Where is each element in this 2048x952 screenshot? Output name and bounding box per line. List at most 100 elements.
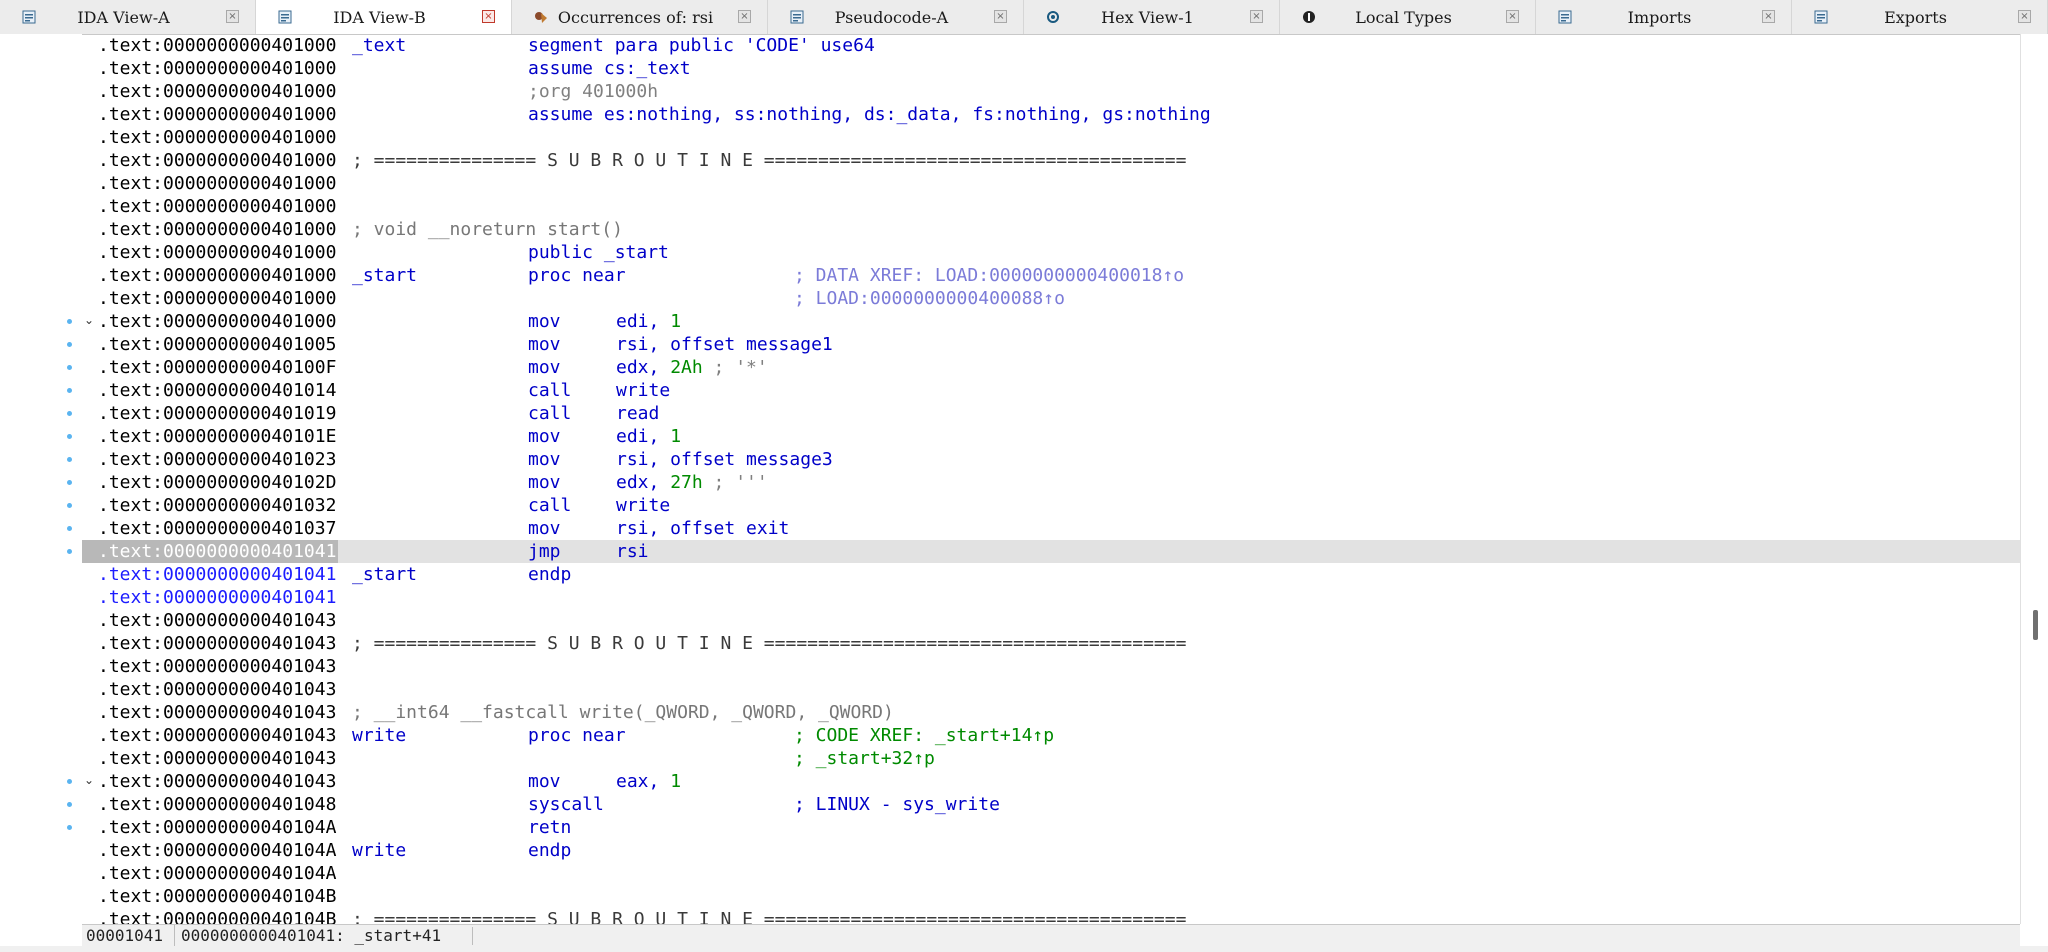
- tab-imports[interactable]: Imports ×: [1536, 0, 1792, 34]
- tab-occurrences-of-rsi[interactable]: Occurrences of: rsi ×: [512, 0, 768, 34]
- listing-line[interactable]: .text:0000000000401000 assume cs:_text: [82, 57, 2020, 80]
- address[interactable]: .text:000000000040104B: [98, 908, 336, 924]
- address[interactable]: .text:0000000000401000: [98, 57, 336, 80]
- address[interactable]: .text:000000000040104A: [98, 839, 336, 862]
- address[interactable]: .text:0000000000401000: [98, 172, 336, 195]
- breakpoint-dot[interactable]: [67, 802, 72, 807]
- listing-line[interactable]: .text:0000000000401000 ;org 401000h: [82, 80, 2020, 103]
- breakpoint-dot[interactable]: [67, 503, 72, 508]
- address[interactable]: .text:000000000040102D: [98, 471, 336, 494]
- address[interactable]: .text:0000000000401000: [98, 218, 336, 241]
- address[interactable]: .text:0000000000401043: [98, 724, 336, 747]
- address[interactable]: .text:0000000000401000: [98, 34, 336, 57]
- breakpoint-dot[interactable]: [67, 480, 72, 485]
- listing-line[interactable]: .text:0000000000401041 _start endp: [82, 563, 2020, 586]
- address[interactable]: .text:0000000000401043: [98, 655, 336, 678]
- address[interactable]: .text:000000000040104A: [98, 816, 336, 839]
- address[interactable]: .text:0000000000401032: [98, 494, 336, 517]
- listing-line[interactable]: .text:000000000040100F mov edx, 2Ah ; '*': [82, 356, 2020, 379]
- listing-line[interactable]: .text:0000000000401000 _start proc near ; D…: [82, 264, 2020, 287]
- operands[interactable]: edx, 27h ; ''': [616, 471, 768, 494]
- breakpoint-dot[interactable]: [67, 526, 72, 531]
- listing-line[interactable]: .text:0000000000401000 public _start: [82, 241, 2020, 264]
- listing-line[interactable]: .text:0000000000401014 call write: [82, 379, 2020, 402]
- breakpoint-dot[interactable]: [67, 388, 72, 393]
- address[interactable]: .text:0000000000401043: [98, 747, 336, 770]
- address[interactable]: .text:0000000000401000: [98, 103, 336, 126]
- breakpoint-dot[interactable]: [67, 825, 72, 830]
- address[interactable]: .text:0000000000401041: [98, 586, 336, 609]
- breakpoint-dot[interactable]: [67, 457, 72, 462]
- listing-line[interactable]: .text:0000000000401041 jmp rsi: [82, 540, 2020, 563]
- address[interactable]: .text:0000000000401000: [98, 241, 336, 264]
- listing-line[interactable]: .text:000000000040104A: [82, 862, 2020, 885]
- listing-line[interactable]: .text:000000000040104B: [82, 885, 2020, 908]
- address[interactable]: .text:000000000040104A: [98, 862, 336, 885]
- address[interactable]: .text:0000000000401023: [98, 448, 336, 471]
- address[interactable]: .text:0000000000401000: [98, 310, 336, 333]
- xref-comment[interactable]: ; DATA XREF: LOAD:0000000000400018↑o: [794, 264, 1184, 287]
- operands[interactable]: rsi, offset message3: [616, 448, 833, 471]
- close-icon[interactable]: ×: [1506, 10, 1519, 23]
- listing-line[interactable]: .text:0000000000401032 call write: [82, 494, 2020, 517]
- breakpoint-dot[interactable]: [67, 434, 72, 439]
- tab-exports[interactable]: Exports ×: [1792, 0, 2048, 34]
- listing-line[interactable]: .text:0000000000401000 ; =============== …: [82, 149, 2020, 172]
- address[interactable]: .text:0000000000401000: [98, 80, 336, 103]
- listing-line[interactable]: .text:0000000000401043 write proc near ; CO…: [82, 724, 2020, 747]
- address[interactable]: .text:0000000000401000: [98, 195, 336, 218]
- listing-line[interactable]: .text:0000000000401000 assume es:nothing,…: [82, 103, 2020, 126]
- address[interactable]: .text:0000000000401000: [98, 149, 336, 172]
- operands[interactable]: edi, 1: [616, 310, 681, 333]
- breakpoint-dot[interactable]: [67, 549, 72, 554]
- listing-line[interactable]: .text:0000000000401023 mov rsi, offset mes…: [82, 448, 2020, 471]
- listing-line[interactable]: .text:0000000000401000 ; LOAD:00000000004…: [82, 287, 2020, 310]
- operands[interactable]: rsi: [616, 540, 649, 563]
- vertical-scrollbar[interactable]: [2020, 34, 2048, 924]
- listing-line[interactable]: .text:0000000000401000: [82, 126, 2020, 149]
- address[interactable]: .text:0000000000401041: [98, 563, 336, 586]
- listing-line[interactable]: .text:0000000000401043 ; =============== …: [82, 632, 2020, 655]
- address[interactable]: .text:000000000040100F: [98, 356, 336, 379]
- operands[interactable]: eax, 1: [616, 770, 681, 793]
- address[interactable]: .text:0000000000401037: [98, 517, 336, 540]
- breakpoint-dot[interactable]: [67, 319, 72, 324]
- operands[interactable]: rsi, offset exit: [616, 517, 789, 540]
- listing-line[interactable]: .text:0000000000401041: [82, 586, 2020, 609]
- breakpoint-dot[interactable]: [67, 779, 72, 784]
- listing-line[interactable]: .text:0000000000401000: [82, 195, 2020, 218]
- scrollbar-thumb[interactable]: [2033, 610, 2038, 640]
- operands[interactable]: read: [616, 402, 659, 425]
- listing-line[interactable]: .text:0000000000401048 syscall ; LINUX - s…: [82, 793, 2020, 816]
- operands[interactable]: edi, 1: [616, 425, 681, 448]
- listing-gutter[interactable]: ⌄ ⌄: [0, 34, 94, 924]
- listing-line[interactable]: .text:0000000000401000 mov edi, 1: [82, 310, 2020, 333]
- xref-comment[interactable]: ; LOAD:0000000000400088↑o: [794, 287, 1065, 310]
- listing-line[interactable]: .text:000000000040104A write endp: [82, 839, 2020, 862]
- close-icon[interactable]: ×: [738, 10, 751, 23]
- close-icon[interactable]: ×: [994, 10, 1007, 23]
- listing-line[interactable]: .text:0000000000401043 ; _start+32↑p: [82, 747, 2020, 770]
- breakpoint-dot[interactable]: [67, 342, 72, 347]
- listing-line[interactable]: .text:0000000000401043 ; __int64 __fastca…: [82, 701, 2020, 724]
- operands[interactable]: edx, 2Ah ; '*': [616, 356, 768, 379]
- tab-ida-view-a[interactable]: IDA View-A ×: [0, 0, 256, 34]
- address[interactable]: .text:000000000040104B: [98, 885, 336, 908]
- address[interactable]: .text:0000000000401000: [98, 126, 336, 149]
- close-icon[interactable]: ×: [482, 10, 495, 23]
- close-icon[interactable]: ×: [226, 10, 239, 23]
- operands[interactable]: write: [616, 494, 670, 517]
- listing-line[interactable]: .text:0000000000401037 mov rsi, offset exi…: [82, 517, 2020, 540]
- address[interactable]: .text:0000000000401048: [98, 793, 336, 816]
- address[interactable]: .text:0000000000401014: [98, 379, 336, 402]
- listing-line[interactable]: .text:0000000000401043: [82, 678, 2020, 701]
- listing-line[interactable]: .text:000000000040101E mov edi, 1: [82, 425, 2020, 448]
- code-xref-comment[interactable]: ; _start+32↑p: [794, 747, 935, 770]
- tab-hex-view-1[interactable]: Hex View-1 ×: [1024, 0, 1280, 34]
- address[interactable]: .text:0000000000401043: [98, 609, 336, 632]
- listing-line[interactable]: .text:0000000000401000 _text segment para …: [82, 34, 2020, 57]
- listing-line[interactable]: .text:0000000000401019 call read: [82, 402, 2020, 425]
- listing-line[interactable]: .text:0000000000401043: [82, 655, 2020, 678]
- listing-line[interactable]: .text:000000000040104A retn: [82, 816, 2020, 839]
- breakpoint-dot[interactable]: [67, 411, 72, 416]
